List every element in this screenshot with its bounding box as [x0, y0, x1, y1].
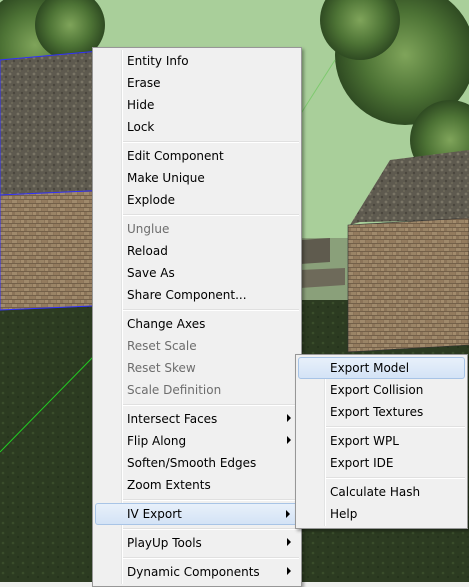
menu-item-iv-export[interactable]: IV Export: [95, 503, 299, 525]
submenu-arrow-icon: [287, 538, 291, 546]
menu-item-label: Export Model: [330, 361, 410, 375]
submenu-item-calculate-hash[interactable]: Calculate Hash: [298, 481, 465, 503]
submenu-item-export-collision[interactable]: Export Collision: [298, 379, 465, 401]
iv-export-submenu: Export Model Export Collision Export Textu…: [295, 354, 468, 529]
menu-item-label: Make Unique: [127, 171, 205, 185]
menu-item-label: Flip Along: [127, 434, 187, 448]
menu-item-label: Entity Info: [127, 54, 189, 68]
menu-item-label: Calculate Hash: [330, 485, 421, 499]
menu-item-label: PlayUp Tools: [127, 536, 202, 550]
menu-item-label: Hide: [127, 98, 155, 112]
submenu-arrow-icon: [287, 567, 291, 575]
menu-item-zoom-extents[interactable]: Zoom Extents: [95, 474, 299, 496]
menu-item-label: Help: [330, 507, 358, 521]
menu-item-soften-smooth-edges[interactable]: Soften/Smooth Edges: [95, 452, 299, 474]
menu-item-playup-tools[interactable]: PlayUp Tools: [95, 532, 299, 554]
menu-item-label: Export Collision: [330, 383, 424, 397]
menu-item-reset-scale: Reset Scale: [95, 335, 299, 357]
menu-item-label: Scale Definition: [127, 383, 222, 397]
context-menu: Entity Info Erase Hide Lock Edit Component Ma…: [92, 47, 302, 587]
menu-item-label: Reset Scale: [127, 339, 197, 353]
menu-item-reload[interactable]: Reload: [95, 240, 299, 262]
menu-item-reset-skew: Reset Skew: [95, 357, 299, 379]
menu-item-label: Dynamic Components: [127, 565, 260, 579]
menu-item-label: Unglue: [127, 222, 170, 236]
menu-separator: [123, 499, 299, 501]
menu-item-erase[interactable]: Erase: [95, 72, 299, 94]
menu-item-entity-info[interactable]: Entity Info: [95, 50, 299, 72]
menu-separator: [123, 309, 299, 311]
menu-item-label: Reset Skew: [127, 361, 196, 375]
menu-item-edit-component[interactable]: Edit Component: [95, 145, 299, 167]
menu-item-save-as[interactable]: Save As: [95, 262, 299, 284]
submenu-item-export-model[interactable]: Export Model: [298, 357, 465, 379]
submenu-arrow-icon: [286, 510, 290, 518]
submenu-item-export-ide[interactable]: Export IDE: [298, 452, 465, 474]
menu-item-label: Export WPL: [330, 434, 399, 448]
submenu-arrow-icon: [287, 436, 291, 444]
menu-separator: [326, 477, 465, 479]
menu-item-hide[interactable]: Hide: [95, 94, 299, 116]
menu-item-label: Zoom Extents: [127, 478, 211, 492]
menu-item-label: Save As: [127, 266, 175, 280]
menu-item-label: Intersect Faces: [127, 412, 218, 426]
menu-item-label: Export Textures: [330, 405, 424, 419]
menu-separator: [123, 404, 299, 406]
menu-separator: [123, 214, 299, 216]
menu-separator: [123, 528, 299, 530]
menu-item-label: Reload: [127, 244, 168, 258]
menu-item-label: Share Component...: [127, 288, 247, 302]
menu-item-intersect-faces[interactable]: Intersect Faces: [95, 408, 299, 430]
menu-item-label: IV Export: [127, 507, 182, 521]
menu-item-label: Export IDE: [330, 456, 394, 470]
menu-separator: [123, 557, 299, 559]
menu-item-scale-definition: Scale Definition: [95, 379, 299, 401]
menu-item-label: Edit Component: [127, 149, 224, 163]
menu-item-label: Lock: [127, 120, 155, 134]
menu-item-lock[interactable]: Lock: [95, 116, 299, 138]
menu-separator: [326, 426, 465, 428]
menu-item-explode[interactable]: Explode: [95, 189, 299, 211]
menu-item-label: Erase: [127, 76, 161, 90]
menu-item-unglue: Unglue: [95, 218, 299, 240]
menu-item-label: Explode: [127, 193, 175, 207]
menu-separator: [123, 141, 299, 143]
submenu-arrow-icon: [287, 414, 291, 422]
menu-item-label: Change Axes: [127, 317, 206, 331]
menu-item-share-component[interactable]: Share Component...: [95, 284, 299, 306]
menu-item-dynamic-components[interactable]: Dynamic Components: [95, 561, 299, 583]
menu-item-change-axes[interactable]: Change Axes: [95, 313, 299, 335]
menu-item-make-unique[interactable]: Make Unique: [95, 167, 299, 189]
menu-item-flip-along[interactable]: Flip Along: [95, 430, 299, 452]
submenu-item-export-wpl[interactable]: Export WPL: [298, 430, 465, 452]
submenu-item-export-textures[interactable]: Export Textures: [298, 401, 465, 423]
menu-item-label: Soften/Smooth Edges: [127, 456, 257, 470]
submenu-item-help[interactable]: Help: [298, 503, 465, 525]
